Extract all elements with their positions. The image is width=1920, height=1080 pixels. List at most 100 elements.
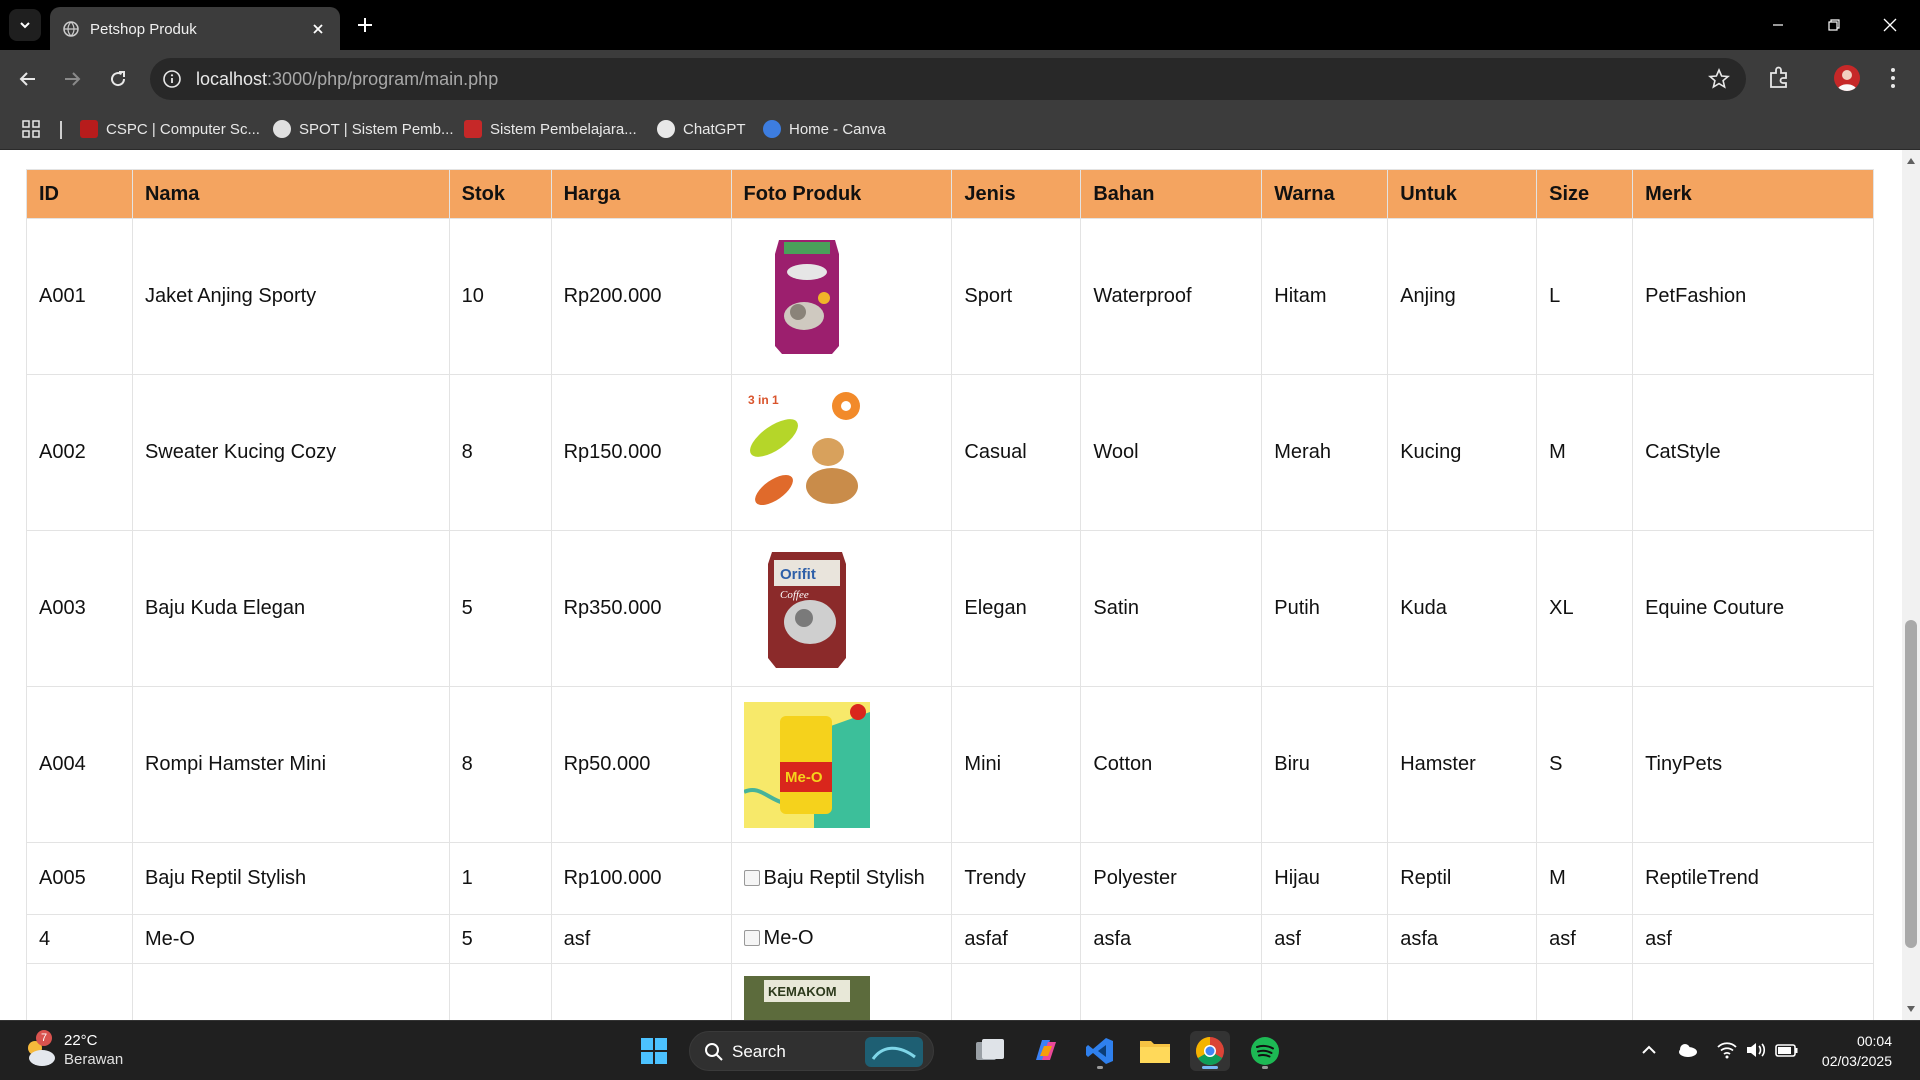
battery-icon[interactable] <box>1775 1041 1799 1059</box>
cell-untuk <box>1387 963 1538 1020</box>
cell-harga <box>550 963 732 1020</box>
cell-bahan <box>1080 963 1263 1020</box>
bookmark-label: CSPC | Computer Sc... <box>106 120 260 138</box>
avatar-icon <box>1837 70 1857 91</box>
star-icon[interactable] <box>1708 68 1730 90</box>
search-icon <box>705 1043 723 1061</box>
cell-harga: Rp200.000 <box>550 218 732 375</box>
column-header: Nama <box>131 169 450 219</box>
image-alt-text: Me-O <box>763 927 814 949</box>
reload-icon <box>111 71 126 87</box>
task-view-icon <box>976 1039 1004 1060</box>
info-icon[interactable] <box>162 69 182 89</box>
cell-merk: ReptileTrend <box>1632 842 1874 915</box>
back-button[interactable] <box>14 65 42 93</box>
broken-image: Baju Reptil Stylish <box>743 866 925 890</box>
cell-merk <box>1632 963 1874 1020</box>
search-label: Search <box>732 1042 786 1061</box>
taskbar-search[interactable]: Search <box>689 1031 934 1071</box>
canva-logo-icon <box>763 120 781 138</box>
cell-warna: asf <box>1261 914 1389 964</box>
cell-id: A003 <box>26 530 133 687</box>
cell-size: XL <box>1536 530 1634 687</box>
url-text[interactable]: localhost:3000/php/program/main.php <box>196 69 498 90</box>
vscode-button[interactable] <box>1080 1031 1120 1071</box>
extensions-icon[interactable] <box>1766 65 1792 91</box>
cell-jenis <box>951 963 1082 1020</box>
cell-size: asf <box>1536 914 1634 964</box>
cell-id: 4 <box>26 914 133 964</box>
chrome-button[interactable] <box>1190 1031 1230 1071</box>
spotify-button[interactable] <box>1245 1031 1285 1071</box>
table-row: A001 Jaket Anjing Sporty 10 Rp200.000 Sp… <box>26 218 1874 375</box>
cell-size <box>1536 963 1634 1020</box>
scrollbar-thumb[interactable] <box>1905 620 1917 948</box>
address-bar[interactable]: localhost:3000/php/program/main.php <box>150 58 1746 100</box>
reload-button[interactable] <box>104 65 132 93</box>
close-window-button[interactable] <box>1862 0 1918 50</box>
volume-icon[interactable] <box>1745 1041 1767 1059</box>
minimize-icon <box>1773 24 1783 26</box>
new-tab-button[interactable] <box>352 12 378 38</box>
spotify-icon <box>1251 1037 1279 1065</box>
cell-nama: Sweater Kucing Cozy <box>131 374 450 531</box>
windows-taskbar: 7 22°C Berawan Search 00:04 02/03/2025 <box>0 1020 1920 1080</box>
cell-nama: Jaket Anjing Sporty <box>131 218 450 375</box>
apps-grid-icon[interactable] <box>22 120 40 138</box>
cell-foto: KEMAKOM <box>730 963 953 1020</box>
file-explorer-button[interactable] <box>1135 1031 1175 1071</box>
vscode-icon <box>1086 1038 1113 1064</box>
scroll-up-icon[interactable] <box>1907 158 1915 164</box>
column-header: Bahan <box>1080 169 1263 219</box>
kebab-menu-icon[interactable] <box>1880 65 1906 91</box>
active-indicator <box>1202 1066 1218 1069</box>
system-clock[interactable]: 00:04 02/03/2025 <box>1822 1031 1892 1071</box>
browser-toolbar: localhost:3000/php/program/main.php <box>0 50 1920 108</box>
cell-merk: asf <box>1632 914 1874 964</box>
bookmark-cspc[interactable]: CSPC | Computer Sc... <box>80 118 260 140</box>
cell-jenis: asfaf <box>951 914 1082 964</box>
url-host: localhost <box>196 69 268 89</box>
bookmark-spot[interactable]: SPOT | Sistem Pemb... <box>273 118 454 140</box>
tab-close-button[interactable] <box>308 19 328 39</box>
cell-merk: CatStyle <box>1632 374 1874 531</box>
profile-avatar[interactable] <box>1834 65 1860 91</box>
close-icon <box>313 24 323 34</box>
copilot-button[interactable] <box>1025 1031 1065 1071</box>
scroll-down-icon[interactable] <box>1907 1006 1915 1012</box>
chevron-up-icon[interactable] <box>1640 1041 1658 1059</box>
task-view-button[interactable] <box>970 1031 1010 1071</box>
cell-untuk: Anjing <box>1387 218 1538 375</box>
bookmark-label: Home - Canva <box>789 120 886 138</box>
cell-jenis: Mini <box>951 686 1082 843</box>
weather-badge: 7 <box>36 1030 52 1046</box>
cell-bahan: Waterproof <box>1080 218 1263 375</box>
restore-button[interactable] <box>1806 0 1862 50</box>
cell-warna: Hitam <box>1261 218 1389 375</box>
minimize-button[interactable] <box>1750 0 1806 50</box>
table-row: KEMAKOM <box>26 963 1874 1020</box>
start-button[interactable] <box>634 1031 674 1071</box>
cell-merk: Equine Couture <box>1632 530 1874 687</box>
bookmark-chatgpt[interactable]: ChatGPT <box>657 118 746 140</box>
wifi-icon[interactable] <box>1717 1041 1737 1059</box>
image-alt-text: Baju Reptil Stylish <box>763 866 925 889</box>
bookmark-sistem-pembelajaran[interactable]: Sistem Pembelajara... <box>464 118 637 140</box>
cell-nama: Baju Kuda Elegan <box>131 530 450 687</box>
forward-button[interactable] <box>58 65 86 93</box>
cell-foto: Me-O <box>730 914 953 964</box>
photo-sublabel: Coffee <box>780 589 809 601</box>
tab-search-button[interactable] <box>9 9 41 41</box>
clock-time: 00:04 <box>1856 1033 1892 1049</box>
onedrive-cloud-icon[interactable] <box>1676 1041 1698 1059</box>
bookmark-canva[interactable]: Home - Canva <box>763 118 886 140</box>
photo-label: Me-O <box>785 769 823 786</box>
product-photo-me-o: Me-O <box>743 701 870 828</box>
cell-foto: Me-O <box>730 686 953 843</box>
weather-widget[interactable]: 7 22°C Berawan <box>22 1030 162 1072</box>
cell-stok: 8 <box>448 686 552 843</box>
browser-tab[interactable]: Petshop Produk <box>50 7 340 50</box>
bookmark-label: ChatGPT <box>683 120 746 138</box>
page-scrollbar[interactable] <box>1902 150 1920 1020</box>
folder-icon <box>1140 1041 1170 1063</box>
